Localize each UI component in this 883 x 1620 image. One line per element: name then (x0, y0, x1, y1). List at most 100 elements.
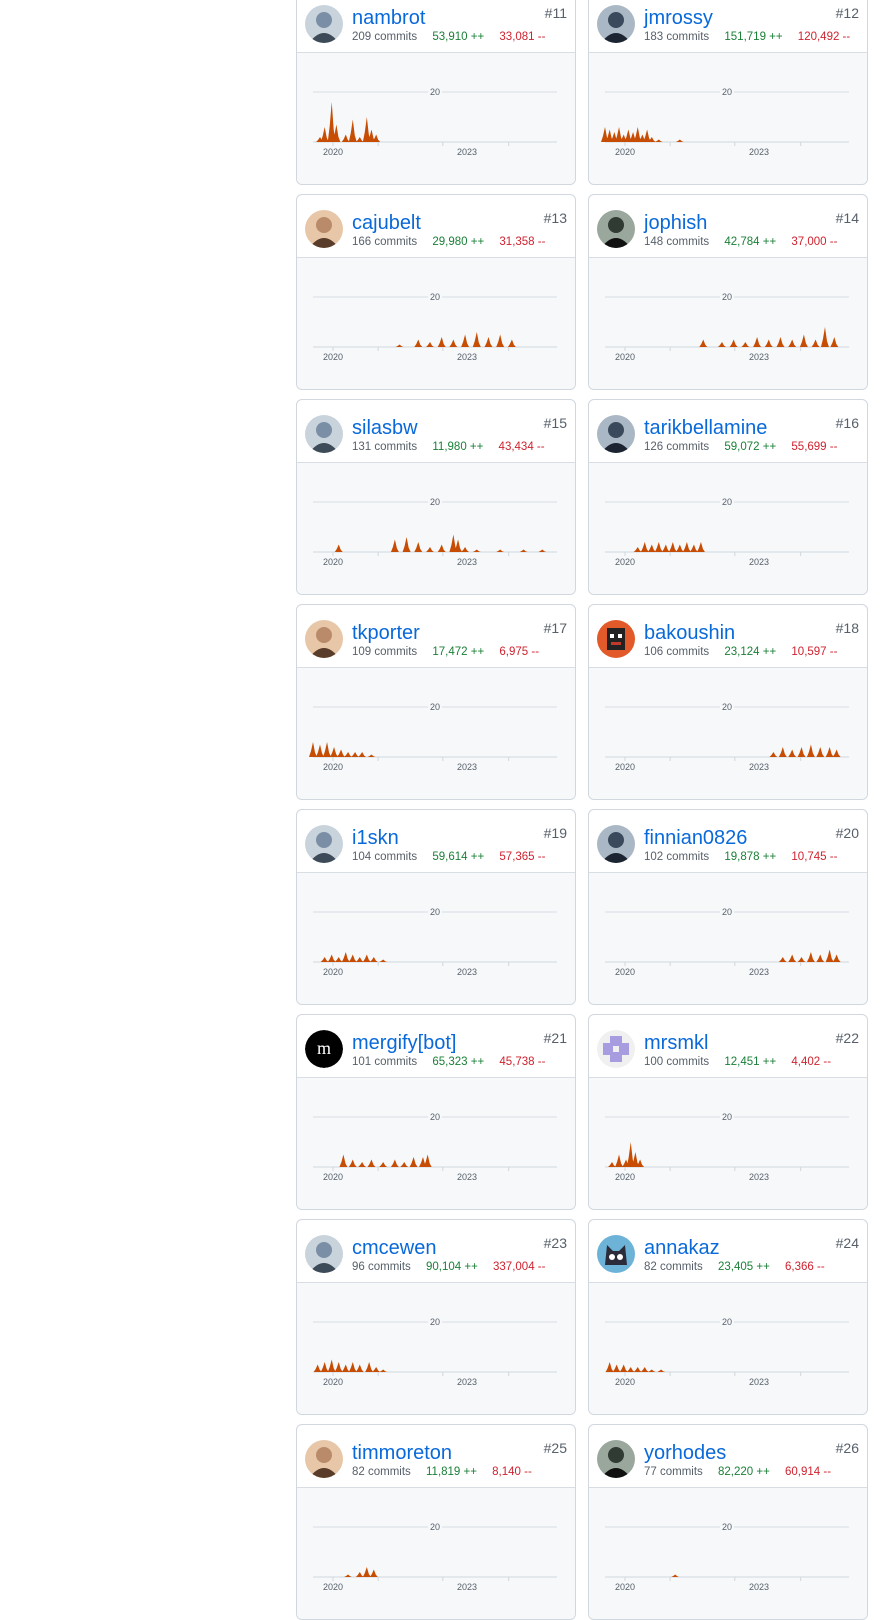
contributor-login-link[interactable]: timmoreton (352, 1442, 452, 1465)
deletions-count: 120,492 -- (797, 31, 851, 43)
contributor-login-link[interactable]: mergify[bot] (352, 1032, 456, 1055)
activity-spike (344, 752, 353, 757)
avatar[interactable] (305, 825, 343, 863)
contributor-login-link[interactable]: cmcewen (352, 1237, 436, 1260)
contributor-rank: #15 (543, 415, 567, 431)
deletions-count: 4,402 -- (791, 1056, 832, 1068)
contributor-login-link[interactable]: finnian0826 (644, 827, 747, 850)
avatar-image[interactable] (597, 620, 635, 658)
commit-count-link[interactable]: 82 commits (644, 1261, 703, 1273)
avatar-image[interactable] (305, 620, 343, 658)
activity-spike (334, 957, 343, 962)
avatar-image[interactable] (597, 210, 635, 248)
avatar[interactable] (305, 210, 343, 248)
avatar[interactable] (597, 415, 635, 453)
avatar[interactable]: m (305, 1030, 343, 1068)
contributor-login-link[interactable]: bakoushin (644, 622, 735, 645)
avatar[interactable] (305, 5, 343, 43)
contributor-header: bakoushin 106 commits 23,124 ++ 10,597 -… (589, 605, 867, 668)
commit-count-link[interactable]: 131 commits (352, 441, 417, 453)
avatar[interactable] (597, 1235, 635, 1273)
activity-spike (806, 744, 815, 757)
activity-spike (612, 1364, 621, 1372)
avatar-image[interactable] (597, 415, 635, 453)
avatar[interactable] (597, 1440, 635, 1478)
avatar[interactable] (597, 620, 635, 658)
contributor-login-link[interactable]: cajubelt (352, 212, 421, 235)
contributor-login-link[interactable]: nambrot (352, 7, 425, 30)
avatar[interactable] (305, 1440, 343, 1478)
commit-count-link[interactable]: 77 commits (644, 1466, 703, 1478)
avatar[interactable] (597, 5, 635, 43)
commit-count-link[interactable]: 102 commits (644, 851, 709, 863)
avatar-image[interactable] (305, 415, 343, 453)
contribution-chart: 20 2020 2023 (297, 258, 575, 389)
contributor-login-link[interactable]: silasbw (352, 417, 418, 440)
additions-count: 12,451 ++ (724, 1056, 777, 1068)
commit-count-link[interactable]: 166 commits (352, 236, 417, 248)
contributor-header: tarikbellamine 126 commits 59,072 ++ 55,… (589, 400, 867, 463)
contributor-login-link[interactable]: annakaz (644, 1237, 720, 1260)
contributor-login-link[interactable]: jmrossy (644, 7, 713, 30)
avatar-image[interactable] (597, 1235, 635, 1273)
avatar-image[interactable] (305, 5, 343, 43)
avatar-image[interactable] (305, 825, 343, 863)
contributor-login-link[interactable]: tarikbellamine (644, 417, 767, 440)
commit-count-link[interactable]: 82 commits (352, 1466, 411, 1478)
contributor-login-link[interactable]: jophish (644, 212, 707, 235)
avatar[interactable] (305, 1235, 343, 1273)
y-tick-label: 20 (430, 497, 440, 507)
x-tick-label: 2023 (457, 352, 477, 362)
contribution-chart: 20 2020 2023 (297, 1078, 575, 1209)
avatar-image[interactable] (597, 5, 635, 43)
commit-count-link[interactable]: 183 commits (644, 31, 709, 43)
x-tick-label: 2023 (749, 147, 769, 157)
avatar[interactable] (305, 620, 343, 658)
additions-count: 65,323 ++ (432, 1056, 485, 1068)
commit-count-link[interactable]: 101 commits (352, 1056, 417, 1068)
contributor-login-link[interactable]: i1skn (352, 827, 399, 850)
avatar-image[interactable] (305, 1440, 343, 1478)
commit-count-link[interactable]: 126 commits (644, 441, 709, 453)
avatar[interactable] (597, 825, 635, 863)
additions-count: 19,878 ++ (724, 851, 777, 863)
avatar[interactable] (597, 1030, 635, 1068)
x-tick-label: 2020 (323, 557, 343, 567)
activity-spike (323, 742, 332, 757)
activity-spike (395, 344, 404, 347)
avatar-image[interactable] (597, 825, 635, 863)
commit-count-link[interactable]: 148 commits (644, 236, 709, 248)
avatar[interactable] (597, 210, 635, 248)
commit-count-link[interactable]: 109 commits (352, 646, 417, 658)
x-tick-label: 2023 (457, 967, 477, 977)
contributor-rank: #18 (835, 620, 859, 636)
commit-count-link[interactable]: 209 commits (352, 31, 417, 43)
contributor-login-link[interactable]: yorhodes (644, 1442, 726, 1465)
activity-spike (390, 1159, 399, 1167)
commit-count-link[interactable]: 100 commits (644, 1056, 709, 1068)
avatar-image[interactable] (597, 1030, 635, 1068)
y-tick-label: 20 (722, 497, 732, 507)
avatar-image[interactable] (305, 210, 343, 248)
additions-count: 11,819 ++ (426, 1466, 477, 1478)
commit-count-link[interactable]: 96 commits (352, 1261, 411, 1273)
activity-spike (671, 1574, 680, 1577)
avatar-image[interactable] (597, 1440, 635, 1478)
contributor-login-link[interactable]: tkporter (352, 622, 420, 645)
activity-spike (472, 549, 481, 552)
y-tick-label: 20 (722, 1317, 732, 1327)
avatar[interactable] (305, 415, 343, 453)
commit-count-link[interactable]: 106 commits (644, 646, 709, 658)
contributor-header: mrsmkl 100 commits 12,451 ++ 4,402 -- #2… (589, 1015, 867, 1078)
activity-spike (799, 334, 808, 347)
activity-spike (811, 339, 820, 347)
contribution-chart-svg: 202020 2023 (313, 1522, 557, 1592)
activity-spike (423, 1154, 432, 1167)
activity-spike (379, 959, 388, 962)
activity-spike (832, 749, 841, 757)
commit-count-link[interactable]: 104 commits (352, 851, 417, 863)
avatar-image[interactable]: m (305, 1030, 343, 1068)
contributor-login-link[interactable]: mrsmkl (644, 1032, 708, 1055)
contributor-card-silasbw: silasbw 131 commits 11,980 ++ 43,434 -- … (296, 399, 576, 595)
avatar-image[interactable] (305, 1235, 343, 1273)
